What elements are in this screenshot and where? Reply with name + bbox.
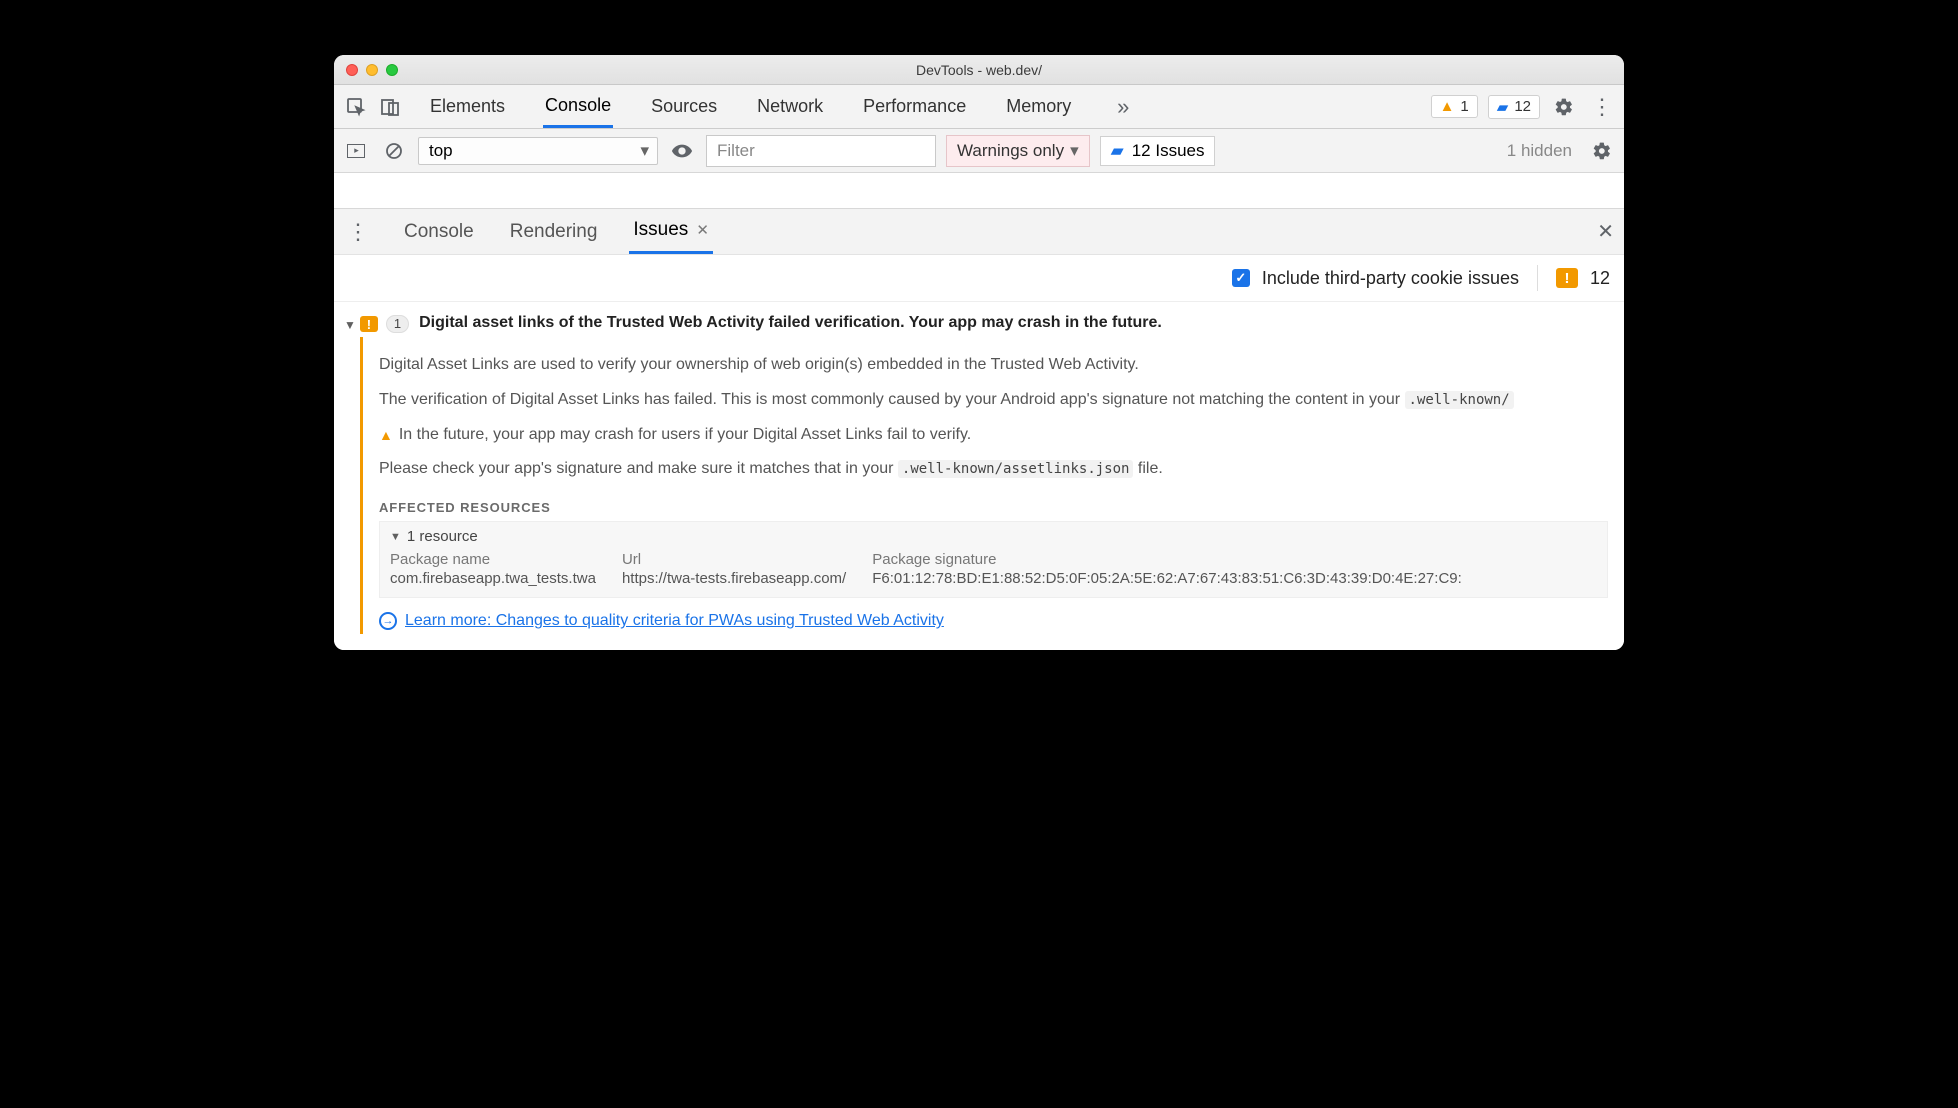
issue-count-pill: 1 [386,315,409,333]
main-toolbar: Elements Console Sources Network Perform… [334,85,1624,129]
close-tab-icon[interactable]: ✕ [696,221,709,239]
issue-paragraph: Digital Asset Links are used to verify y… [379,355,1608,376]
resource-table: Package name com.firebaseapp.twa_tests.t… [390,551,1597,587]
affected-resources-heading: AFFECTED RESOURCES [379,500,1608,515]
devtools-window: DevTools - web.dev/ Elements Console Sou… [334,55,1624,650]
console-blank-area [334,173,1624,209]
link-arrow-icon: → [379,612,397,630]
table-cell: F6:01:12:78:BD:E1:88:52:D5:0F:05:2A:5E:6… [872,570,1462,587]
drawer-tabs: ⋮ Console Rendering Issues ✕ ✕ [334,209,1624,255]
console-settings-icon[interactable] [1588,137,1616,165]
device-toggle-icon[interactable] [376,93,404,121]
open-issues-button[interactable]: ▰ 12 Issues [1100,136,1216,166]
learn-more-row: → Learn more: Changes to quality criteri… [379,612,1608,630]
drawer-tab-console[interactable]: Console [400,209,478,254]
issue-text: The verification of Digital Asset Links … [379,391,1405,408]
more-tabs-icon[interactable]: » [1109,93,1137,121]
filter-input[interactable] [706,135,936,167]
drawer-tab-issues-label: Issues [633,219,688,241]
kebab-menu-icon[interactable]: ⋮ [1588,93,1616,121]
close-drawer-icon[interactable]: ✕ [1597,219,1614,244]
tab-sources[interactable]: Sources [649,85,719,128]
table-header: Package signature [872,551,1462,568]
settings-icon[interactable] [1550,93,1578,121]
warning-triangle-icon: ▲ [379,426,393,444]
titlebar: DevTools - web.dev/ [334,55,1624,85]
table-cell: com.firebaseapp.twa_tests.twa [390,570,596,587]
expand-icon[interactable]: ▼ [390,531,401,543]
toolbar-right: ▲ 1 ▰ 12 ⋮ [1431,93,1616,121]
third-party-checkbox[interactable]: ✓ [1232,269,1250,287]
issues-chip-label: 12 Issues [1132,141,1205,161]
issue-text: Please check your app's signature and ma… [379,460,898,477]
table-cell: https://twa-tests.firebaseapp.com/ [622,570,846,587]
table-col: Package signature F6:01:12:78:BD:E1:88:5… [872,551,1462,587]
issue-text: In the future, your app may crash for us… [399,425,971,446]
warning-icon: ▲ [1440,98,1455,115]
issue-details: Digital Asset Links are used to verify y… [360,337,1624,634]
table-col: Package name com.firebaseapp.twa_tests.t… [390,551,596,587]
issues-badge[interactable]: ▰ 12 [1488,95,1540,119]
table-header: Url [622,551,846,568]
tab-performance[interactable]: Performance [861,85,968,128]
resource-summary: 1 resource [407,528,478,545]
issue-paragraph: ▲ In the future, your app may crash for … [379,425,1608,446]
third-party-checkbox-label: Include third-party cookie issues [1262,268,1519,289]
issue-icon: ▰ [1111,141,1124,161]
inspect-element-icon[interactable] [342,93,370,121]
issue-paragraph: Please check your app's signature and ma… [379,459,1608,480]
drawer-tab-issues[interactable]: Issues ✕ [629,209,713,254]
warning-badge-icon: ! [1556,268,1578,288]
table-col: Url https://twa-tests.firebaseapp.com/ [622,551,846,587]
issue-summary-row[interactable]: ▼ ! 1 Digital asset links of the Trusted… [334,310,1624,337]
affected-resources-box: ▼ 1 resource Package name com.firebaseap… [379,521,1608,598]
issues-panel: ▼ ! 1 Digital asset links of the Trusted… [334,302,1624,650]
issues-header-bar: ✓ Include third-party cookie issues ! 12 [334,255,1624,302]
console-filter-toolbar: top ▾ Warnings only ▾ ▰ 12 Issues 1 hidd… [334,129,1624,173]
log-level-value: Warnings only [957,141,1064,161]
issues-total-count: 12 [1590,268,1610,289]
log-level-selector[interactable]: Warnings only ▾ [946,135,1090,167]
context-selector[interactable]: top ▾ [418,137,658,165]
hidden-messages-label[interactable]: 1 hidden [1501,141,1578,161]
issue-paragraph: The verification of Digital Asset Links … [379,390,1608,411]
chevron-down-icon: ▾ [640,141,649,161]
live-expression-icon[interactable] [668,137,696,165]
table-header: Package name [390,551,596,568]
toggle-sidebar-icon[interactable] [342,137,370,165]
learn-more-link[interactable]: Learn more: Changes to quality criteria … [405,612,944,630]
code-path: .well-known/assetlinks.json [898,460,1134,478]
code-path: .well-known/ [1405,391,1514,409]
window-title: DevTools - web.dev/ [334,62,1624,78]
context-value: top [429,141,453,161]
divider [1537,265,1538,291]
issue-severity-icon: ! [360,316,378,332]
chevron-down-icon: ▾ [1070,141,1079,161]
issues-count: 12 [1514,98,1531,115]
panel-tabs: Elements Console Sources Network Perform… [428,85,1137,128]
clear-console-icon[interactable] [380,137,408,165]
resource-summary-row[interactable]: ▼ 1 resource [390,528,1597,545]
warnings-badge[interactable]: ▲ 1 [1431,95,1478,118]
drawer-kebab-icon[interactable]: ⋮ [344,218,372,246]
tab-console[interactable]: Console [543,85,613,128]
expand-icon[interactable]: ▼ [344,318,356,332]
issue-text: file. [1133,460,1162,477]
tab-elements[interactable]: Elements [428,85,507,128]
issue-title: Digital asset links of the Trusted Web A… [419,314,1162,332]
tab-network[interactable]: Network [755,85,825,128]
issue-icon: ▰ [1497,98,1509,116]
tab-memory[interactable]: Memory [1004,85,1073,128]
drawer-tab-rendering[interactable]: Rendering [506,209,602,254]
warnings-count: 1 [1460,98,1468,115]
